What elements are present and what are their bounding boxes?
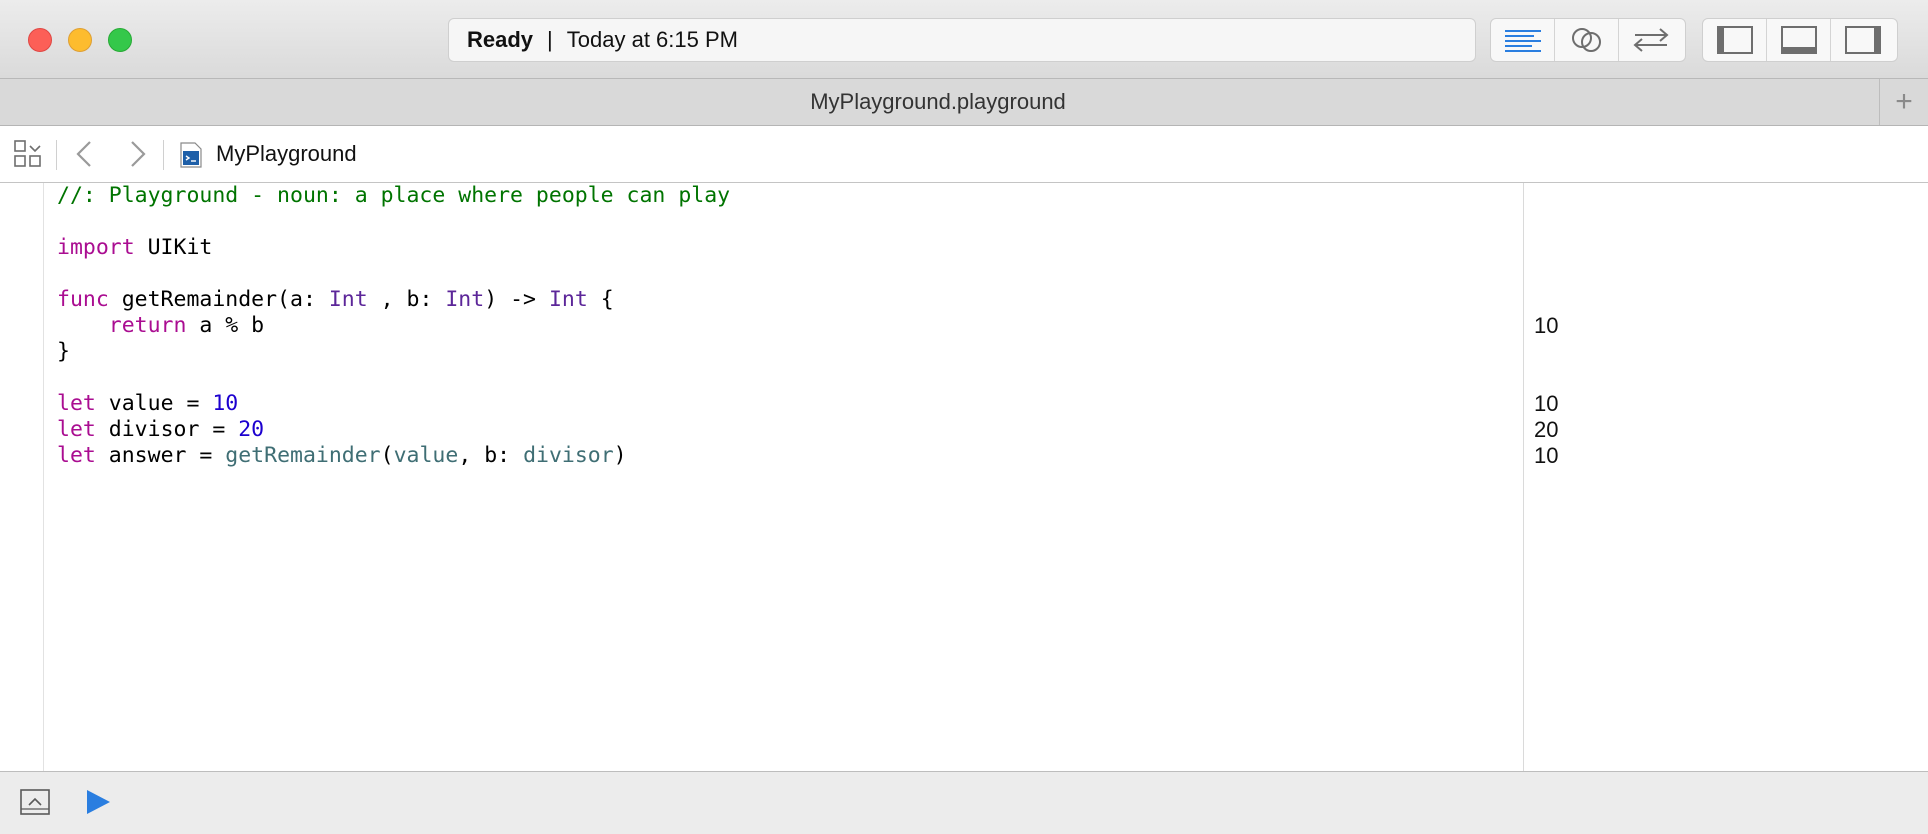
code-line[interactable] (57, 261, 1517, 287)
chevron-left-icon[interactable] (70, 138, 98, 170)
toolbar: Ready | Today at 6:15 PM (0, 0, 1928, 79)
code-token: Int (548, 287, 588, 312)
code-token: } (57, 339, 70, 364)
assistant-editor-icon (1571, 28, 1601, 52)
status-timestamp: Today at 6:15 PM (566, 27, 738, 52)
close-window-button[interactable] (28, 28, 52, 52)
result-empty (1524, 209, 1928, 235)
code-line[interactable]: let divisor = 20 (57, 417, 1517, 443)
assistant-editor-button[interactable] (1555, 19, 1619, 61)
code-token: getRemainder (225, 443, 381, 468)
code-token: Int (328, 287, 368, 312)
chevron-right-icon[interactable] (124, 138, 152, 170)
tab-bar: MyPlayground.playground + (0, 79, 1928, 126)
result-value[interactable]: 20 (1524, 417, 1928, 443)
debug-area-toggle-button[interactable] (1767, 19, 1831, 61)
result-value[interactable]: 10 (1524, 391, 1928, 417)
code-token: divisor = (95, 417, 239, 442)
jumpbar-divider (56, 140, 57, 170)
xcode-window: Ready | Today at 6:15 PM MyPlayground.pl… (0, 0, 1928, 834)
code-token: 10 (212, 391, 239, 416)
standard-editor-icon (1504, 30, 1541, 52)
code-token: ) (613, 443, 627, 468)
zoom-window-button[interactable] (108, 28, 132, 52)
result-empty (1524, 365, 1928, 391)
code-token: //: Playground - noun: a place where peo… (57, 183, 731, 208)
code-token: func (57, 287, 109, 312)
debug-area-toggle-icon[interactable] (20, 789, 50, 815)
jumpbar-file-label[interactable]: MyPlayground (216, 140, 357, 168)
code-token: let (57, 443, 96, 468)
code-token: a % b (186, 313, 265, 338)
standard-editor-button[interactable] (1491, 19, 1555, 61)
status-text: Ready (467, 27, 534, 52)
debug-panel-icon (1780, 26, 1817, 54)
editor-mode-control (1490, 18, 1686, 62)
utilities-toggle-button[interactable] (1831, 19, 1895, 61)
code-token: , b: (367, 287, 446, 312)
jumpbar-divider (163, 140, 164, 170)
code-token: UIKit (134, 235, 213, 260)
result-value[interactable]: 10 (1524, 313, 1928, 339)
code-token: value = (95, 391, 213, 416)
activity-viewer: Ready | Today at 6:15 PM (448, 18, 1476, 62)
code-token: Int (445, 287, 485, 312)
status-separator: | (547, 27, 553, 52)
code-token: return (108, 313, 187, 338)
source-code-area[interactable]: //: Playground - noun: a place where peo… (57, 183, 1517, 771)
playground-editor: //: Playground - noun: a place where peo… (0, 183, 1928, 771)
result-empty (1524, 261, 1928, 287)
result-empty (1524, 183, 1928, 209)
code-line[interactable] (57, 365, 1517, 391)
code-token: value (393, 443, 459, 468)
related-items-grid-icon[interactable] (14, 140, 42, 168)
line-gutter (0, 183, 44, 771)
code-token: answer = (95, 443, 226, 468)
code-line[interactable]: func getRemainder(a: Int , b: Int) -> In… (57, 287, 1517, 313)
debug-bar (0, 771, 1928, 834)
version-editor-button[interactable] (1619, 19, 1683, 61)
code-line[interactable] (57, 209, 1517, 235)
panel-visibility-control (1702, 18, 1898, 62)
code-token: , b: (458, 443, 524, 468)
code-token: import (57, 235, 135, 260)
code-line[interactable]: //: Playground - noun: a place where peo… (57, 183, 1517, 209)
code-token: getRemainder(a: (108, 287, 329, 312)
result-empty (1524, 235, 1928, 261)
code-line[interactable]: let value = 10 (57, 391, 1517, 417)
code-token: let (57, 391, 96, 416)
playground-file-icon (180, 142, 202, 168)
navigator-toggle-button[interactable] (1703, 19, 1767, 61)
result-value[interactable]: 10 (1524, 443, 1928, 469)
code-line[interactable]: let answer = getRemainder(value, b: divi… (57, 443, 1517, 469)
navigator-panel-icon (1716, 26, 1753, 54)
utilities-panel-icon (1845, 26, 1881, 54)
result-empty (1524, 339, 1928, 365)
code-line[interactable]: } (57, 339, 1517, 365)
version-editor-icon (1633, 28, 1669, 52)
play-icon[interactable] (84, 788, 112, 816)
code-line[interactable]: import UIKit (57, 235, 1517, 261)
jump-bar: MyPlayground (0, 126, 1928, 183)
code-token: ( (380, 443, 394, 468)
results-sidebar: 10 10 20 10 (1523, 183, 1928, 771)
result-empty (1524, 287, 1928, 313)
tab-playground[interactable]: MyPlayground.playground (0, 79, 1876, 125)
code-token: let (57, 417, 96, 442)
code-token: divisor (523, 443, 614, 468)
new-tab-button[interactable]: + (1879, 79, 1928, 125)
code-token: { (587, 287, 614, 312)
minimize-window-button[interactable] (68, 28, 92, 52)
code-token: 20 (238, 417, 265, 442)
code-token: ) -> (484, 287, 549, 312)
code-line[interactable]: return a % b (57, 313, 1517, 339)
